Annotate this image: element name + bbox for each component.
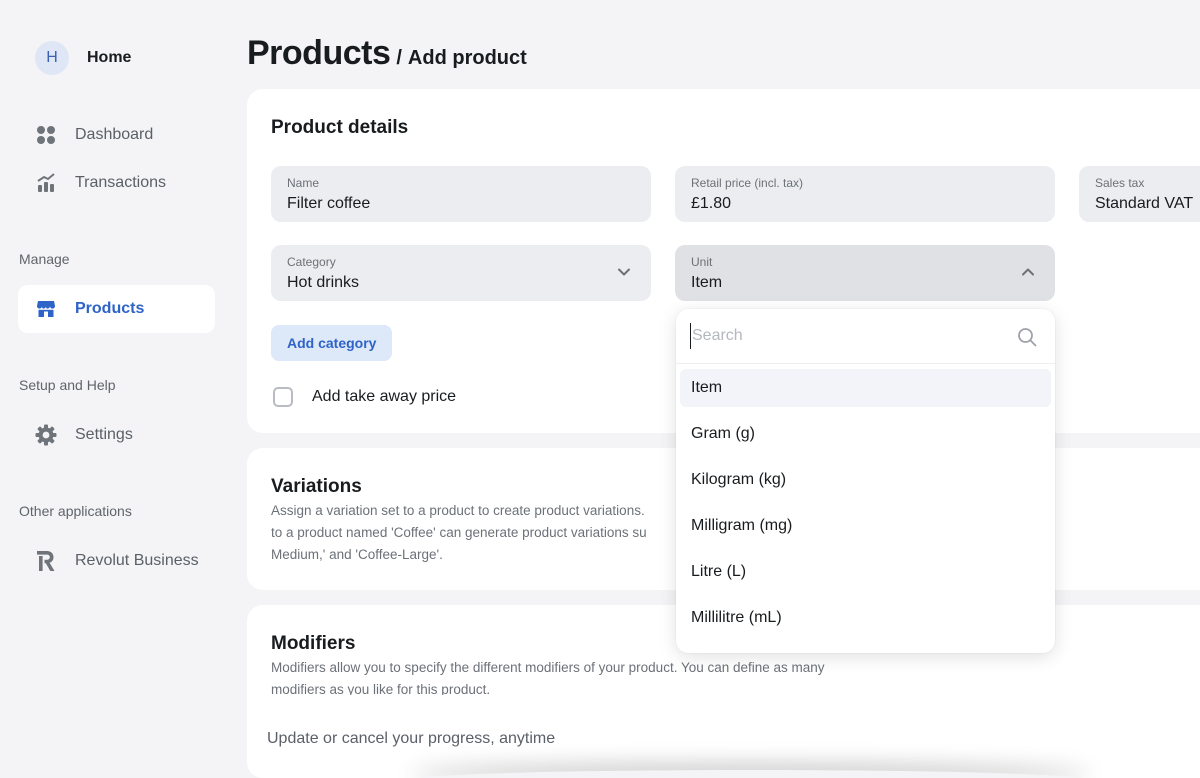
- unit-label: Unit: [691, 255, 713, 269]
- retail-price-field[interactable]: Retail price (incl. tax) £1.80: [675, 166, 1055, 222]
- sidebar-item-label: Settings: [75, 426, 133, 443]
- modifiers-title: Modifiers: [271, 633, 356, 654]
- sidebar-item-label: Revolut Business: [75, 552, 199, 569]
- sales-tax-value[interactable]: Standard VAT: [1095, 195, 1193, 213]
- unit-option-milligram[interactable]: Milligram (mg): [680, 507, 1051, 545]
- sidebar: H Home Dashboard Transactions Manage Pro…: [0, 0, 232, 778]
- home-label: Home: [87, 49, 132, 66]
- progress-banner-text: Update or cancel your progress, anytime: [267, 730, 556, 747]
- retail-price-label: Retail price (incl. tax): [691, 176, 804, 190]
- chevron-down-icon: [618, 268, 630, 276]
- unit-option-kilogram[interactable]: Kilogram (kg): [680, 461, 1051, 499]
- breadcrumb-separator: /: [396, 47, 402, 69]
- name-field-label: Name: [287, 176, 320, 190]
- unit-dropdown-menu: Item Gram (g) Kilogram (kg) Milligram (m…: [676, 309, 1055, 653]
- variations-description-line-3: Medium,' and 'Coffee-Large'.: [271, 547, 443, 562]
- variations-title: Variations: [271, 476, 362, 497]
- category-select[interactable]: Category Hot drinks: [271, 245, 651, 301]
- add-category-button[interactable]: Add category: [271, 325, 393, 361]
- home-link[interactable]: H Home: [35, 41, 131, 75]
- revolut-logo-icon: [35, 550, 57, 572]
- sidebar-item-label: Transactions: [75, 174, 166, 191]
- sales-tax-field[interactable]: Sales tax Standard VAT: [1079, 166, 1200, 222]
- variations-description-line-2: to a product named 'Coffee' can generate…: [271, 525, 647, 540]
- gear-icon: [35, 424, 57, 446]
- sidebar-item-transactions[interactable]: Transactions: [18, 159, 215, 207]
- name-field[interactable]: Name Filter coffee: [271, 166, 651, 222]
- unit-select[interactable]: Unit Item: [675, 245, 1055, 301]
- product-details-title: Product details: [271, 117, 409, 138]
- take-away-label: Add take away price: [312, 388, 457, 405]
- take-away-checkbox[interactable]: [273, 387, 293, 407]
- unit-option-litre[interactable]: Litre (L): [680, 553, 1051, 591]
- sales-tax-label: Sales tax: [1095, 176, 1145, 190]
- breadcrumb: Products / Add product: [247, 34, 527, 73]
- category-value: Hot drinks: [287, 274, 360, 291]
- sidebar-item-products[interactable]: Products: [18, 285, 215, 333]
- modifiers-description-line-2: modifiers as you like for this product.: [271, 682, 491, 695]
- search-input[interactable]: [690, 323, 1010, 349]
- sidebar-item-label: Dashboard: [75, 126, 154, 143]
- retail-price-value[interactable]: £1.80: [691, 195, 1039, 213]
- section-label-other: Other applications: [19, 503, 132, 519]
- section-label-manage: Manage: [19, 251, 70, 267]
- sidebar-item-settings[interactable]: Settings: [18, 411, 215, 459]
- take-away-price-option[interactable]: Add take away price: [273, 387, 456, 407]
- sidebar-item-dashboard[interactable]: Dashboard: [18, 111, 215, 159]
- name-field-value[interactable]: Filter coffee: [287, 195, 635, 213]
- variations-description-line-1: Assign a variation set to a product to c…: [271, 503, 645, 518]
- dashboard-icon: [35, 124, 57, 146]
- page-subtitle: Add product: [407, 47, 527, 69]
- sidebar-item-label: Products: [75, 300, 145, 317]
- category-label: Category: [287, 255, 336, 269]
- unit-option-item[interactable]: Item: [680, 369, 1051, 407]
- sidebar-item-revolut-business[interactable]: Revolut Business: [18, 537, 215, 585]
- section-label-setup: Setup and Help: [19, 377, 116, 393]
- page-title[interactable]: Products: [247, 34, 391, 73]
- unit-option-gram[interactable]: Gram (g): [680, 415, 1051, 453]
- modifiers-description-line-1: Modifiers allow you to specify the diffe…: [271, 660, 825, 675]
- dropdown-search: [676, 309, 1055, 364]
- search-icon: [1018, 328, 1037, 347]
- chart-icon: [35, 172, 57, 194]
- chevron-up-icon: [1022, 268, 1034, 276]
- avatar: H: [35, 41, 69, 75]
- unit-value: Item: [691, 274, 723, 291]
- unit-option-millilitre[interactable]: Millilitre (mL): [680, 599, 1051, 637]
- store-icon: [35, 298, 57, 320]
